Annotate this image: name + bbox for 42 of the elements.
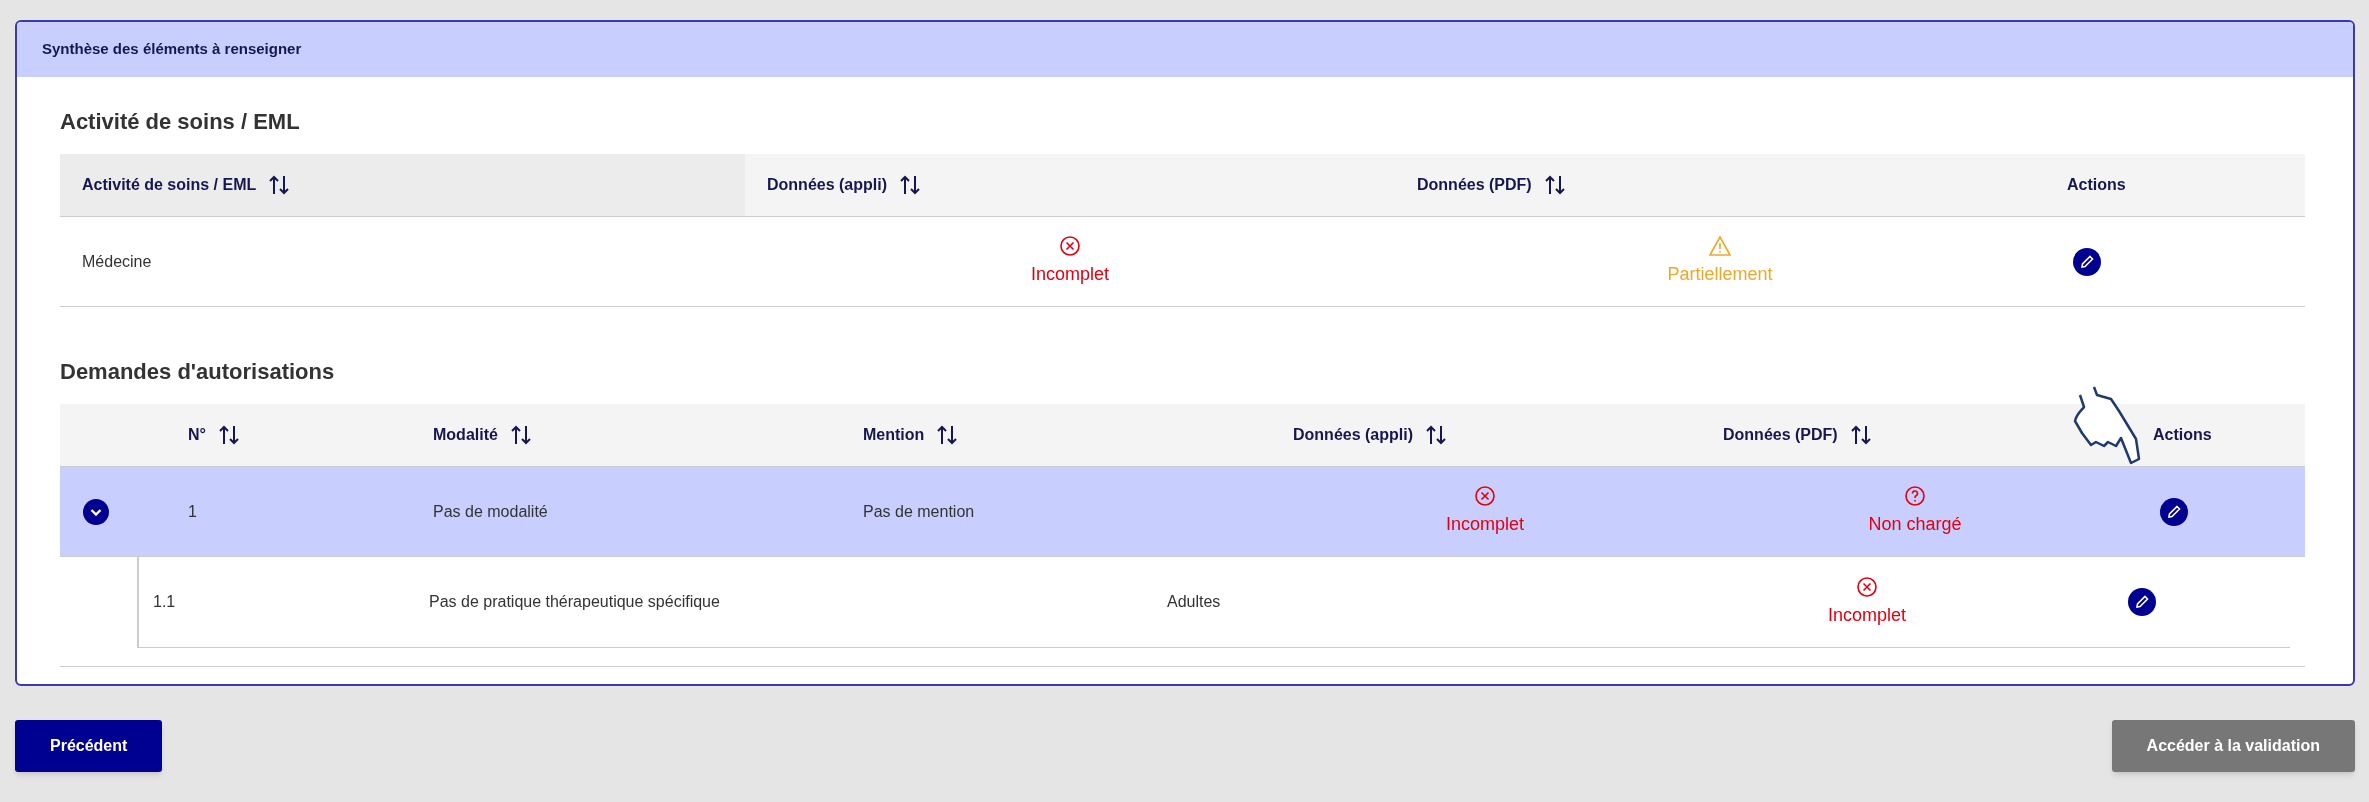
table-cell: 1 [188,502,197,520]
table-cell: Pas de mention [863,502,975,520]
column-label: N° [188,425,206,445]
status-label: Non chargé [1868,513,1962,536]
sort-icon[interactable] [1543,174,1566,196]
sort-icon[interactable] [899,174,921,196]
column-label: Modalité [433,425,498,445]
sort-icon[interactable] [268,174,291,196]
status-label: Incomplet [1030,263,1109,286]
column-label: Mention [863,425,925,445]
section-title: Demandes d'autorisations [60,358,335,386]
pencil-icon [2079,253,2095,270]
column-label: Actions [2067,175,2126,195]
sort-icon[interactable] [509,424,532,446]
column-label: Données (PDF) [1417,175,1532,195]
status-label: Incomplet [1445,513,1524,536]
status-label: Incomplet [1827,603,1906,627]
edit-button[interactable] [2160,497,2188,526]
table-cell: 1.1 [153,593,176,610]
section-title: Activité de soins / EML [60,108,300,136]
pencil-icon [2134,594,2150,610]
table-cell: Adultes [1167,593,1221,610]
card-title: Synthèse des éléments à renseigner [42,39,302,60]
sort-icon[interactable] [936,424,959,446]
table-row[interactable]: 1 Pas de modalité Pas de mention Incomplet Non chargé [60,467,2305,557]
pencil-icon [2166,503,2182,520]
edit-button[interactable] [2073,247,2101,276]
status-label: Partiellement [1667,263,1773,286]
table-cell: Pas de modalité [433,502,548,520]
column-label: Données (PDF) [1723,425,1838,445]
column-label: Données (appli) [1293,425,1413,445]
previous-button[interactable]: Précédent [15,720,163,772]
expand-toggle[interactable] [83,498,109,525]
column-label: Activité de soins / EML [82,175,257,195]
sort-icon[interactable] [217,424,240,446]
edit-button[interactable] [2128,588,2156,616]
table-cell: Médecine [82,252,152,270]
sort-icon[interactable] [1425,424,1447,446]
table-cell: Pas de pratique thérapeutique spécifique [429,593,720,610]
sort-icon[interactable] [1849,424,1872,446]
column-label: Données (appli) [767,175,887,195]
column-label: Actions [2153,425,2212,445]
